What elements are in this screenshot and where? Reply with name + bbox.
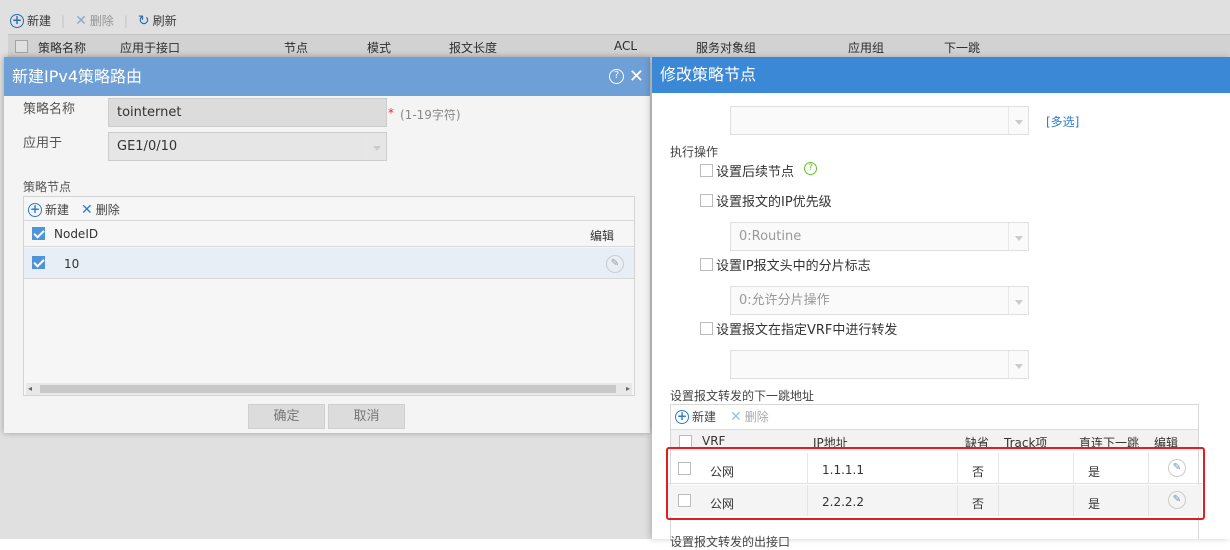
x-icon: ✕	[730, 408, 742, 425]
scroll-left-icon[interactable]: ◂	[28, 384, 32, 393]
top-select[interactable]	[730, 106, 1029, 135]
row-default: 否	[972, 497, 985, 511]
nexthop-toolbar: + 新建 ✕ 删除	[675, 408, 769, 425]
edit-pencil-icon[interactable]: ✎	[606, 255, 624, 273]
col-vrf[interactable]: VRF	[702, 434, 725, 448]
nodes-table-header: NodeID 编辑	[24, 220, 634, 247]
apply-to-label: 应用于	[23, 136, 63, 151]
chevron-down-icon	[1008, 287, 1028, 314]
nexthop-new-label: 新建	[692, 410, 717, 424]
chevron-down-icon	[1008, 107, 1028, 134]
dialog-title-bar: 新建IPv4策略路由 ? ✕	[4, 57, 650, 96]
set-frag-flag-label: 设置IP报文头中的分片标志	[716, 259, 871, 274]
col-edit: 编辑	[590, 229, 615, 243]
nodes-new-label: 新建	[45, 203, 70, 217]
table-row[interactable]: 10 ✎	[24, 248, 634, 279]
row-nodeid: 10	[64, 257, 80, 271]
row-direct: 是	[1088, 465, 1101, 479]
nodes-toolbar: + 新建 ✕ 删除	[28, 201, 120, 218]
required-mark: *	[388, 106, 394, 120]
policy-name-input[interactable]: tointernet	[108, 98, 387, 127]
multi-select-link[interactable]: [多选]	[1046, 113, 1079, 130]
horizontal-scrollbar[interactable]: ◂ ▸	[26, 383, 632, 395]
nexthop-delete-button[interactable]: ✕ 删除	[730, 408, 769, 425]
outgoing-interface-section-label: 设置报文转发的出接口	[670, 535, 791, 549]
chevron-down-icon	[1008, 351, 1028, 378]
apply-to-value: GE1/0/10	[117, 139, 178, 154]
help-icon[interactable]: ?	[804, 162, 817, 175]
apply-to-select[interactable]: GE1/0/10	[108, 132, 387, 161]
plus-circle-icon: +	[28, 201, 42, 217]
nodes-section-label: 策略节点	[23, 180, 72, 194]
set-next-node-checkbox[interactable]	[700, 164, 713, 177]
row-ip: 1.1.1.1	[822, 463, 864, 477]
row-ip: 2.2.2.2	[822, 495, 864, 509]
row-vrf: 公网	[710, 497, 735, 511]
row-checkbox[interactable]	[32, 256, 45, 269]
nodes-delete-button[interactable]: ✕ 删除	[81, 201, 120, 218]
set-frag-flag-checkbox[interactable]	[700, 258, 713, 271]
table-row[interactable]: 公网 1.1.1.1 否 是 ✎	[668, 453, 1202, 484]
set-next-node-label: 设置后续节点	[716, 165, 795, 180]
row-checkbox[interactable]	[678, 462, 691, 475]
row-direct: 是	[1088, 497, 1101, 511]
edit-pencil-icon[interactable]: ✎	[1168, 491, 1186, 509]
nexthop-delete-label: 删除	[744, 410, 769, 424]
chevron-down-icon	[1008, 223, 1028, 250]
ip-priority-select[interactable]: 0:Routine	[730, 222, 1029, 251]
plus-circle-icon: +	[675, 408, 689, 424]
nexthop-section-label: 设置报文转发的下一跳地址	[670, 389, 815, 403]
frag-value: 0:允许分片操作	[739, 293, 830, 308]
edit-pencil-icon[interactable]: ✎	[1168, 459, 1186, 477]
x-icon: ✕	[81, 201, 93, 218]
set-ip-priority-checkbox[interactable]	[700, 194, 713, 207]
scrollbar-thumb[interactable]	[40, 385, 616, 393]
close-icon[interactable]: ✕	[629, 57, 644, 96]
nodes-select-all-checkbox[interactable]	[32, 227, 45, 240]
row-checkbox[interactable]	[678, 494, 691, 507]
nodes-new-button[interactable]: + 新建	[28, 201, 69, 218]
highlight-box: 公网 1.1.1.1 否 是 ✎ 公网 2.2.2.2 否 是 ✎	[666, 447, 1205, 520]
vrf-select[interactable]	[730, 350, 1029, 379]
set-vrf-forward-label: 设置报文在指定VRF中进行转发	[716, 323, 898, 338]
nexthop-new-button[interactable]: + 新建	[675, 408, 716, 425]
table-row[interactable]: 公网 2.2.2.2 否 是 ✎	[668, 485, 1202, 516]
set-ip-priority-label: 设置报文的IP优先级	[716, 195, 832, 210]
row-default: 否	[972, 465, 985, 479]
dialog-title: 修改策略节点	[660, 65, 757, 84]
frag-select[interactable]: 0:允许分片操作	[730, 286, 1029, 315]
col-nodeid[interactable]: NodeID	[54, 227, 98, 241]
policy-name-label: 策略名称	[23, 102, 76, 117]
set-vrf-forward-checkbox[interactable]	[700, 322, 713, 335]
nodes-delete-label: 删除	[95, 203, 120, 217]
help-icon[interactable]: ?	[609, 69, 624, 84]
ip-priority-value: 0:Routine	[739, 229, 802, 244]
execute-label: 执行操作	[670, 145, 719, 159]
ok-button[interactable]: 确定	[248, 404, 325, 429]
row-vrf: 公网	[710, 465, 735, 479]
policy-name-hint: (1-19字符)	[400, 108, 461, 122]
modify-policy-node-dialog: 修改策略节点 [多选] 执行操作 设置后续节点 ? 设置报文的IP优先级 0:R…	[652, 57, 1230, 549]
dialog-title-bar: 修改策略节点	[652, 57, 1230, 93]
nodes-panel: + 新建 ✕ 删除 NodeID 编辑 10 ✎ ◂ ▸	[23, 196, 635, 396]
chevron-down-icon	[366, 133, 386, 160]
cancel-button[interactable]: 取消	[328, 404, 405, 429]
scroll-right-icon[interactable]: ▸	[626, 384, 630, 393]
new-ipv4-policy-dialog: 新建IPv4策略路由 ? ✕ 策略名称 tointernet * (1-19字符…	[4, 57, 650, 433]
dialog-title: 新建IPv4策略路由	[12, 67, 143, 86]
